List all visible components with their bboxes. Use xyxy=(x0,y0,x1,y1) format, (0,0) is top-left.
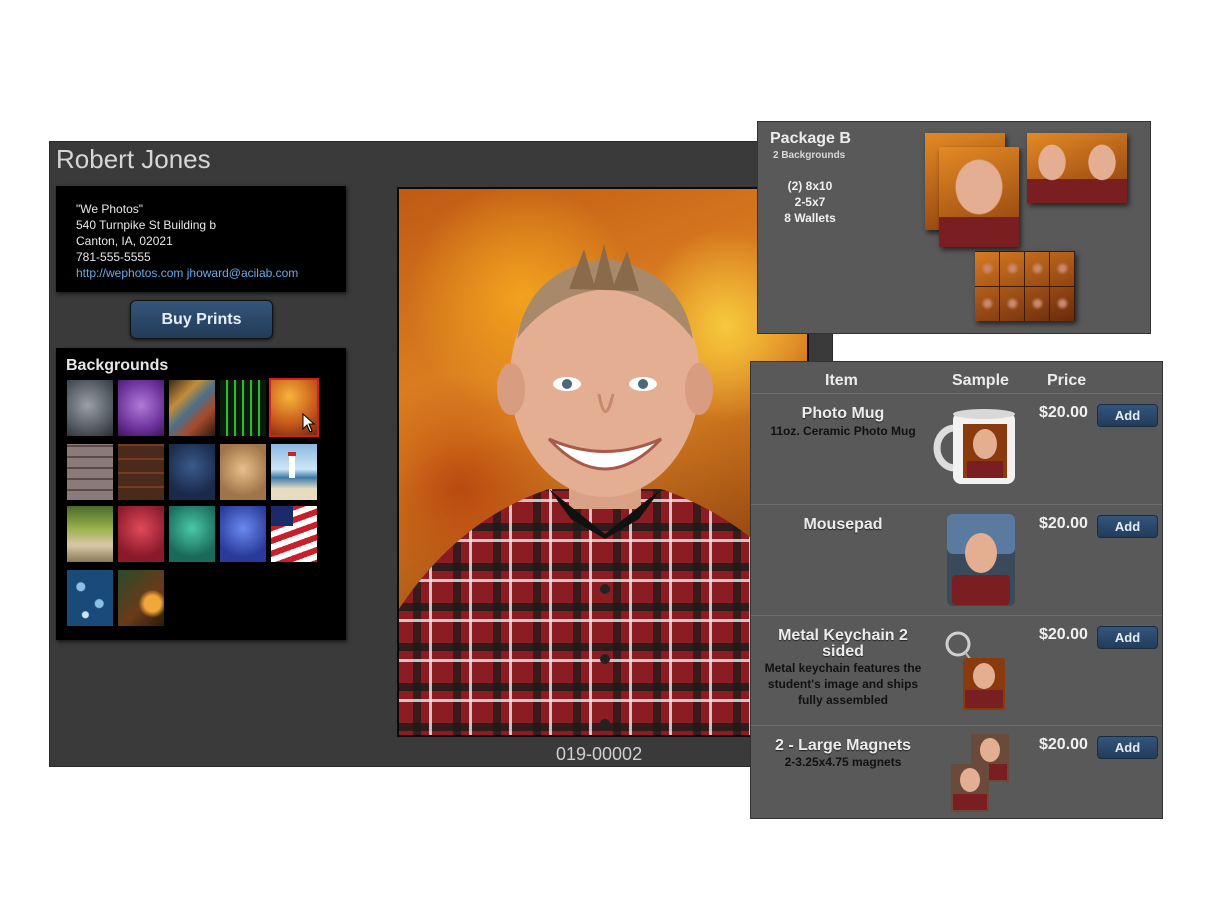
student-name: Robert Jones xyxy=(56,144,211,174)
image-code: 019-00002 xyxy=(556,744,643,764)
lighthouse-icon xyxy=(288,452,296,478)
studio-email-link[interactable]: jhoward@acilab.com xyxy=(187,266,299,280)
product-name: 2 - Large Magnets xyxy=(774,737,912,754)
table-row: Mousepad $20.00 Add xyxy=(751,504,1162,615)
background-thumbnail-lighthouse[interactable] xyxy=(271,444,317,500)
package-sample-5x7 xyxy=(1027,133,1127,203)
product-price: $20.00 xyxy=(1039,626,1088,643)
portrait-subject-illustration xyxy=(399,244,807,735)
flag-canton xyxy=(271,506,293,526)
studio-address-line2: Canton, IA, 02021 xyxy=(76,234,173,248)
background-thumbnail-bookshelf[interactable] xyxy=(118,444,164,500)
package-sample-8x10-front xyxy=(939,147,1019,247)
add-mousepad-button[interactable]: Add xyxy=(1097,515,1158,538)
add-large-magnets-button[interactable]: Add xyxy=(1097,736,1158,759)
background-thumbnail-blue-bokeh[interactable] xyxy=(67,570,113,626)
package-title: Package B xyxy=(770,130,851,147)
add-metal-keychain-button[interactable]: Add xyxy=(1097,626,1158,649)
package-item: (2) 8x10 xyxy=(787,179,833,193)
background-thumbnail-christmas[interactable] xyxy=(118,570,164,626)
table-row: Metal Keychain 2 sided Metal keychain fe… xyxy=(751,615,1162,726)
package-panel: Package B 2 Backgrounds (2) 8x10 2-5x7 8… xyxy=(757,121,1151,334)
product-name: Metal Keychain 2 sided xyxy=(778,627,908,660)
product-name: Mousepad xyxy=(803,516,883,533)
background-thumbnail-purple[interactable] xyxy=(118,380,164,436)
background-thumbnail-gray-mist[interactable] xyxy=(67,380,113,436)
product-description: 11oz. Ceramic Photo Mug xyxy=(770,424,916,438)
background-thumbnail-teal[interactable] xyxy=(169,506,215,562)
background-thumbnail-green-grid[interactable] xyxy=(220,380,266,436)
product-price: $20.00 xyxy=(1039,404,1088,421)
mousepad-sample-image xyxy=(947,514,1015,606)
add-photo-mug-button[interactable]: Add xyxy=(1097,404,1158,427)
background-thumbnail-dark-blue[interactable] xyxy=(169,444,215,500)
background-thumbnail-blue[interactable] xyxy=(220,506,266,562)
background-thumbnail-red[interactable] xyxy=(118,506,164,562)
product-description: Metal keychain features the student's im… xyxy=(764,661,922,707)
product-price: $20.00 xyxy=(1039,515,1088,532)
package-item: 8 Wallets xyxy=(784,211,836,225)
student-portrait-photo xyxy=(397,187,809,737)
studio-name: "We Photos" xyxy=(76,202,143,216)
product-description: 2-3.25x4.75 magnets xyxy=(784,755,902,769)
product-name: Photo Mug xyxy=(801,405,885,422)
column-header-price: Price xyxy=(1047,372,1087,389)
background-thumbnail-abstract[interactable] xyxy=(169,380,215,436)
studio-website-link[interactable]: http://wephotos.com xyxy=(76,266,183,280)
backgrounds-panel: Backgrounds xyxy=(56,348,346,640)
package-subtitle: 2 Backgrounds xyxy=(773,150,846,161)
mouse-pointer-icon xyxy=(302,413,316,433)
studio-address-line1: 540 Turnpike St Building b xyxy=(76,218,217,232)
portrait-viewer-window: Robert Jones "We Photos" 540 Turnpike St… xyxy=(49,141,833,767)
backgrounds-title: Backgrounds xyxy=(66,357,169,374)
products-table: Item Sample Price Photo Mug 11oz. Cerami… xyxy=(750,361,1163,819)
table-row: Photo Mug 11oz. Ceramic Photo Mug $20.00… xyxy=(751,393,1162,504)
studio-phone: 781-555-5555 xyxy=(76,250,151,264)
column-header-item: Item xyxy=(825,372,858,389)
background-thumbnail-garden-path[interactable] xyxy=(67,506,113,562)
column-header-sample: Sample xyxy=(952,372,1009,389)
package-item: 2-5x7 xyxy=(794,195,826,209)
studio-info-box: "We Photos" 540 Turnpike St Building b C… xyxy=(56,186,346,292)
background-thumbnail-brick-wall[interactable] xyxy=(67,444,113,500)
table-row: 2 - Large Magnets 2-3.25x4.75 magnets $2… xyxy=(751,725,1162,836)
product-price: $20.00 xyxy=(1039,736,1088,753)
background-thumbnail-american-flag[interactable] xyxy=(271,506,317,562)
magnets-sample-image xyxy=(951,734,1009,812)
package-sample-wallets xyxy=(975,251,1075,321)
photo-mug-sample-image xyxy=(933,409,1015,484)
background-thumbnail-tan[interactable] xyxy=(220,444,266,500)
buy-prints-button[interactable]: Buy Prints xyxy=(130,300,273,339)
keychain-sample-image xyxy=(945,631,1005,710)
